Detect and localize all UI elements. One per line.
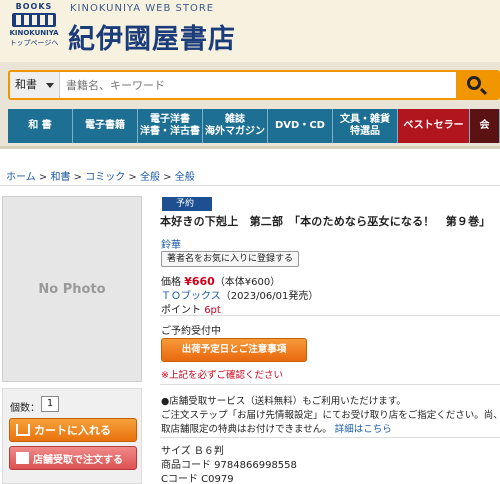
search-icon bbox=[467, 76, 481, 90]
spec-c-code: Cコード C0979 bbox=[161, 474, 234, 484]
nav-item-dvd-cd[interactable]: DVD・CD bbox=[268, 109, 333, 143]
product-title: 本好きの下剋上 第二部 「本のためなら巫女になる！ 第９巻」 bbox=[160, 215, 491, 228]
favorite-author-button[interactable]: 著者名をお気に入りに登録する bbox=[161, 251, 300, 267]
site-header: BOOKS KINOKUNIYA トップページへ KINOKUNIYA WEB … bbox=[0, 0, 500, 62]
points-row: ポイント 6pt bbox=[161, 301, 221, 316]
nav-item-members[interactable]: 会 bbox=[470, 109, 500, 143]
service-line-1: ●店舗受取サービス（送料無料）もご利用いただけます。 bbox=[161, 396, 406, 407]
search-bar: 和書 bbox=[0, 62, 500, 106]
quantity-input[interactable]: 1 bbox=[41, 396, 59, 412]
product-image: No Photo bbox=[2, 196, 142, 382]
add-to-cart-label: カートに入れる bbox=[34, 424, 111, 437]
service-line-3-text: 取店舗限定の特典はお付けできません。 bbox=[161, 424, 332, 435]
breadcrumb-general-1[interactable]: 全般 bbox=[140, 172, 160, 183]
publisher-row: ＴＯブックス（2023/06/01発売） bbox=[161, 287, 318, 302]
service-line-3: 取店舗限定の特典はお付けできません。 詳細はこちら bbox=[161, 421, 392, 435]
add-to-cart-button[interactable]: カートに入れる bbox=[9, 418, 137, 442]
search-category-select[interactable]: 和書 bbox=[10, 72, 60, 98]
logo-name: KINOKUNIYA bbox=[9, 29, 59, 37]
nav-item-books[interactable]: 和 書 bbox=[8, 109, 73, 143]
kinokuniya-logo[interactable]: BOOKS KINOKUNIYA トップページへ bbox=[6, 2, 62, 58]
breadcrumb-comic[interactable]: コミック bbox=[85, 172, 125, 183]
store-label: KINOKUNIYA WEB STORE bbox=[70, 3, 215, 14]
nav-item-ebooks[interactable]: 電子書籍 bbox=[73, 109, 138, 143]
shop-icon bbox=[16, 452, 29, 464]
nav-item-magazines[interactable]: 雑誌 海外マガジン bbox=[203, 109, 268, 143]
logo-books-text: BOOKS bbox=[15, 2, 53, 11]
store-pickup-label: 店舗受取で注文する bbox=[33, 454, 123, 466]
divider bbox=[160, 384, 500, 385]
search-button[interactable] bbox=[456, 70, 498, 100]
divider bbox=[160, 437, 500, 438]
author-link[interactable]: 鈴華 bbox=[161, 236, 181, 251]
warning-text: ※上記を必ずご確認ください bbox=[161, 370, 283, 381]
reserve-status: ご予約受付中 bbox=[161, 326, 221, 337]
breadcrumb-home[interactable]: ホーム bbox=[6, 172, 36, 183]
breadcrumb-general-2[interactable]: 全般 bbox=[175, 172, 195, 183]
search-input[interactable] bbox=[66, 72, 456, 98]
spec-size: サイズ Ｂ６判 bbox=[161, 446, 224, 457]
shipping-info-button[interactable]: 出荷予定日とご注意事項 bbox=[161, 338, 307, 362]
preorder-badge: 予約 bbox=[162, 197, 212, 211]
spec-product-code: 商品コード 9784866998558 bbox=[161, 460, 297, 471]
nav-item-bestseller[interactable]: ベストセラー bbox=[398, 109, 470, 143]
nav-item-foreign-books[interactable]: 電子洋書 洋書・洋古書 bbox=[138, 109, 203, 143]
service-line-2: ご注文ステップ「お届け先情報設定」にてお受け取り店をご指定ください。尚、 bbox=[161, 410, 500, 421]
divider bbox=[160, 315, 500, 316]
category-nav: 和 書 電子書籍 電子洋書 洋書・洋古書 雑誌 海外マガジン DVD・CD 文具… bbox=[0, 106, 500, 146]
quantity-label: 個数： bbox=[10, 403, 40, 414]
bookshelf-icon bbox=[12, 13, 56, 27]
logo-home-link[interactable]: トップページへ bbox=[6, 38, 62, 48]
release-date: （2023/06/01発売） bbox=[220, 291, 319, 302]
caret-down-icon bbox=[46, 83, 54, 88]
price-row: 価格 ¥660（本体¥600） bbox=[161, 273, 280, 288]
breadcrumb-washo[interactable]: 和書 bbox=[50, 172, 70, 183]
store-pickup-button[interactable]: 店舗受取で注文する bbox=[9, 446, 137, 470]
search-category-label: 和書 bbox=[15, 78, 37, 91]
cart-panel: 個数： 1 カートに入れる 店舗受取で注文する bbox=[2, 388, 142, 484]
nav-item-stationery[interactable]: 文具・雑貨 特選品 bbox=[333, 109, 398, 143]
breadcrumb: ホーム > 和書 > コミック > 全般 > 全般 bbox=[6, 172, 195, 183]
cart-icon bbox=[16, 424, 30, 436]
search-box: 和書 bbox=[8, 70, 500, 100]
brand-name[interactable]: 紀伊國屋書店 bbox=[68, 17, 236, 56]
breadcrumb-divider bbox=[0, 185, 500, 186]
nav-divider bbox=[0, 146, 500, 149]
service-details-link[interactable]: 詳細はこちら bbox=[335, 424, 392, 435]
